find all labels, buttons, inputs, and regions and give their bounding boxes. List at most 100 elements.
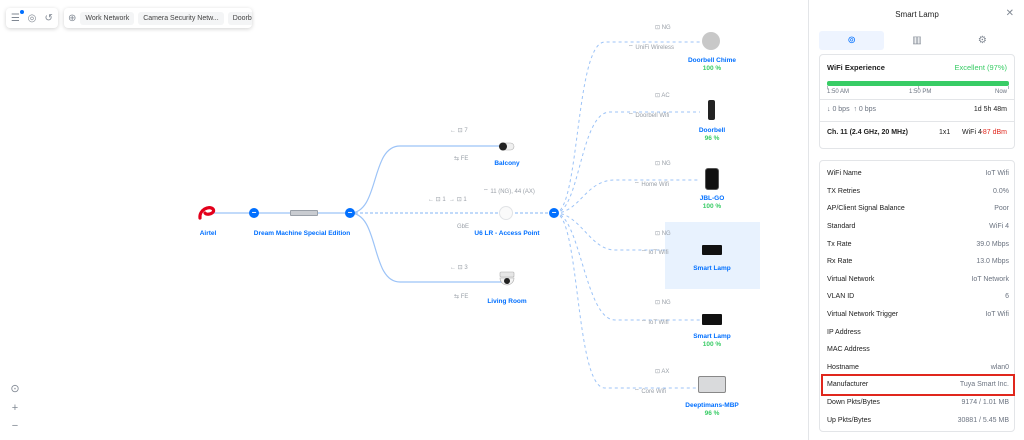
panel-tabs: ⊚ ▥ ⚙ <box>819 31 1015 50</box>
client-experience: 100 % <box>702 341 722 348</box>
client-name[interactable]: Doorbell <box>699 127 725 134</box>
uptime: 1d 5h 48m <box>973 106 1007 113</box>
panel-title: Smart Lamp <box>895 10 939 19</box>
property-key: Tx Rate <box>827 240 852 248</box>
client-properties: WiFi Name IoT Wifi TX Retries 0.0% AP/Client… <box>819 160 1015 432</box>
router-device-icon[interactable] <box>290 210 318 216</box>
property-key: AP/Client Signal Balance <box>827 205 905 213</box>
camera-name[interactable]: Living Room <box>487 298 526 305</box>
property-row: MAC Address <box>827 341 1009 359</box>
property-key: Virtual Network Trigger <box>827 311 899 319</box>
history-icon[interactable]: ↺ <box>43 12 54 24</box>
speaker-device-icon[interactable] <box>705 168 719 190</box>
client-name[interactable]: Smart Lamp <box>693 333 731 340</box>
property-value: wlan0 <box>990 363 1009 371</box>
chart-icon: ▥ <box>912 35 922 46</box>
property-row: AP/Client Signal Balance Poor <box>827 200 1009 218</box>
client-name[interactable]: Doorbell Chime <box>688 57 736 64</box>
property-row: Hostname wlan0 <box>827 359 1009 377</box>
network-chip[interactable]: Work Network <box>80 11 135 25</box>
add-icon[interactable]: ⊕ <box>68 12 76 24</box>
client-name[interactable]: JBL-GO <box>700 195 725 202</box>
property-row: Virtual Network IoT Network <box>827 271 1009 289</box>
property-value: 6 <box>1005 293 1009 301</box>
wifi-experience-label: WiFi Experience <box>827 63 885 72</box>
property-key: WiFi Name <box>827 170 862 178</box>
airtel-logo[interactable] <box>197 204 217 222</box>
laptop-device-icon[interactable] <box>698 376 726 393</box>
property-key: Down Pkts/Bytes <box>827 399 880 407</box>
access-point-icon[interactable] <box>499 206 513 220</box>
client-experience: 96 % <box>704 410 720 417</box>
client-ssid: ⌔ Doorbell Wifi <box>628 113 670 119</box>
property-value: 9174 / 1.01 MB <box>961 399 1009 407</box>
client-name[interactable]: Smart Lamp <box>693 265 731 272</box>
camera-name[interactable]: Balcony <box>494 160 519 167</box>
network-filter-bar: ⊕ Work Network Camera Security Netw... D… <box>64 8 252 28</box>
ap-name[interactable]: U6 LR - Access Point <box>474 230 539 237</box>
ap-link-speed: GbE <box>457 224 470 230</box>
camera-link: ⇆ FE <box>454 156 469 162</box>
property-row: IP Address <box>827 323 1009 341</box>
chime-device-icon[interactable] <box>702 32 720 50</box>
client-ssid: ⌔ UniFi Wireless <box>628 45 674 51</box>
target-icon[interactable]: ◎ <box>27 12 38 24</box>
gear-icon: ⚙ <box>977 35 987 46</box>
tab-overview[interactable]: ⊚ <box>819 31 885 50</box>
ap-radio-info: ⌔ 11 (NG), 44 (AX) <box>483 189 535 195</box>
property-key: Manufacturer <box>827 381 869 389</box>
property-value: 13.0 Mbps <box>976 258 1009 266</box>
binoculars-icon: ⊚ <box>847 35 856 46</box>
wifi-experience-card: WiFi Experience Excellent (97%) 1:50 AM … <box>819 54 1015 149</box>
link-port-dot[interactable]: − <box>249 208 259 218</box>
recenter-icon[interactable]: ⊙ <box>8 382 22 395</box>
camera-icon[interactable] <box>497 139 515 151</box>
client-band: ⊡ AX <box>655 369 670 375</box>
mimo: 1x1 <box>939 129 951 136</box>
property-key: MAC Address <box>827 346 870 354</box>
property-row: Rx Rate 13.0 Mbps <box>827 253 1009 271</box>
client-ssid: ⌔ IoT Wifi <box>641 250 669 256</box>
network-chip[interactable]: Doorbell <box>227 11 252 25</box>
time-end: Now <box>994 89 1007 95</box>
client-ssid: ⌔ Core Wifi <box>634 389 666 395</box>
network-chip[interactable]: Camera Security Netw... <box>138 11 224 25</box>
tab-statistics[interactable]: ▥ <box>884 31 949 50</box>
filter-icon[interactable]: ☰ <box>10 10 24 24</box>
property-value: IoT Wifi <box>985 170 1009 178</box>
link-port-dot[interactable]: − <box>345 208 355 218</box>
property-row: Down Pkts/Bytes 9174 / 1.01 MB <box>827 394 1009 412</box>
smart-lamp-icon[interactable] <box>702 245 722 255</box>
property-row: Up Pkts/Bytes 30881 / 5.45 MB <box>827 411 1009 429</box>
property-row: WiFi Name IoT Wifi <box>827 165 1009 183</box>
client-ssid: ⌔ Home Wifi <box>634 182 669 188</box>
view-toolbar: ☰ ◎ ↺ <box>6 8 58 28</box>
signal-strength: -87 dBm <box>980 129 1007 136</box>
topology-canvas[interactable]: ☰ ◎ ↺ ⊕ Work Network Camera Security Net… <box>0 0 808 440</box>
throughput: ↓ 0 bps ↑ 0 bps <box>827 106 877 113</box>
smart-lamp-icon[interactable] <box>702 314 722 325</box>
property-key: IP Address <box>827 328 861 336</box>
client-band: ⊡ AC <box>655 93 670 99</box>
property-key: Rx Rate <box>827 258 853 266</box>
client-name[interactable]: Deeptimans-MBP <box>685 402 738 409</box>
gateway-name[interactable]: Airtel <box>200 230 217 237</box>
property-value: 0.0% <box>993 187 1009 195</box>
property-key: Standard <box>827 223 856 231</box>
zoom-out-button[interactable]: − <box>8 420 22 432</box>
client-experience: 100 % <box>702 65 722 72</box>
dome-camera-icon[interactable] <box>497 271 517 291</box>
doorbell-device-icon[interactable] <box>708 100 715 120</box>
link-port-dot[interactable]: − <box>549 208 559 218</box>
tab-settings[interactable]: ⚙ <box>950 31 1015 50</box>
property-row: VLAN ID 6 <box>827 288 1009 306</box>
client-band: ⊡ NG <box>655 300 671 306</box>
close-icon[interactable]: ✕ <box>1006 8 1014 19</box>
ap-uplink: ← ⊡ 1 → ⊡ 1 <box>428 197 467 203</box>
router-name[interactable]: Dream Machine Special Edition <box>254 230 350 237</box>
property-key: Virtual Network <box>827 275 875 283</box>
camera-link: ⇆ FE <box>454 294 469 300</box>
camera-count: ← ⊡ 7 <box>450 128 468 134</box>
zoom-in-button[interactable]: + <box>8 402 22 414</box>
property-key: Up Pkts/Bytes <box>827 416 871 424</box>
